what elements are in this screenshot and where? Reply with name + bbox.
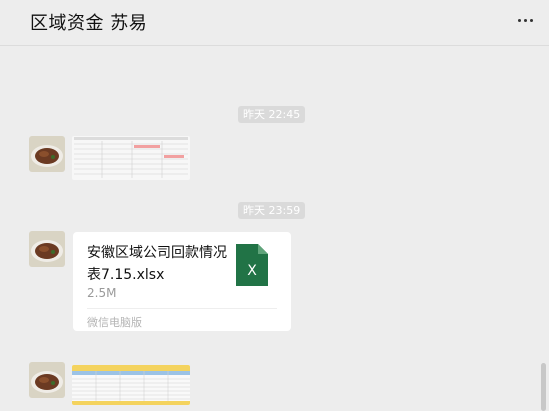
more-icon[interactable] — [513, 8, 537, 32]
chat-title: 区域资金 苏易 — [30, 13, 148, 34]
file-divider — [87, 308, 277, 309]
avatar[interactable] — [29, 136, 65, 172]
avatar[interactable] — [29, 362, 65, 398]
timestamp: 昨天 22:45 — [238, 106, 306, 123]
file-size: 2.5M — [87, 286, 117, 300]
scrollbar-thumb[interactable] — [541, 363, 546, 411]
file-source: 微信电脑版 — [87, 316, 142, 329]
header-divider — [0, 45, 549, 46]
image-message[interactable] — [72, 365, 190, 405]
excel-file-icon: X — [236, 244, 268, 286]
image-message[interactable] — [72, 136, 190, 180]
file-message[interactable]: 安徽区域公司回款情况表7.15.xlsx 2.5M 微信电脑版 X — [73, 232, 291, 331]
avatar[interactable] — [29, 231, 65, 267]
timestamp: 昨天 23:59 — [238, 202, 306, 219]
scrollbar[interactable] — [540, 46, 549, 411]
chat-header: 区域资金 苏易 — [0, 0, 549, 44]
file-name: 安徽区域公司回款情况表7.15.xlsx — [87, 245, 227, 283]
svg-text:X: X — [247, 263, 257, 279]
